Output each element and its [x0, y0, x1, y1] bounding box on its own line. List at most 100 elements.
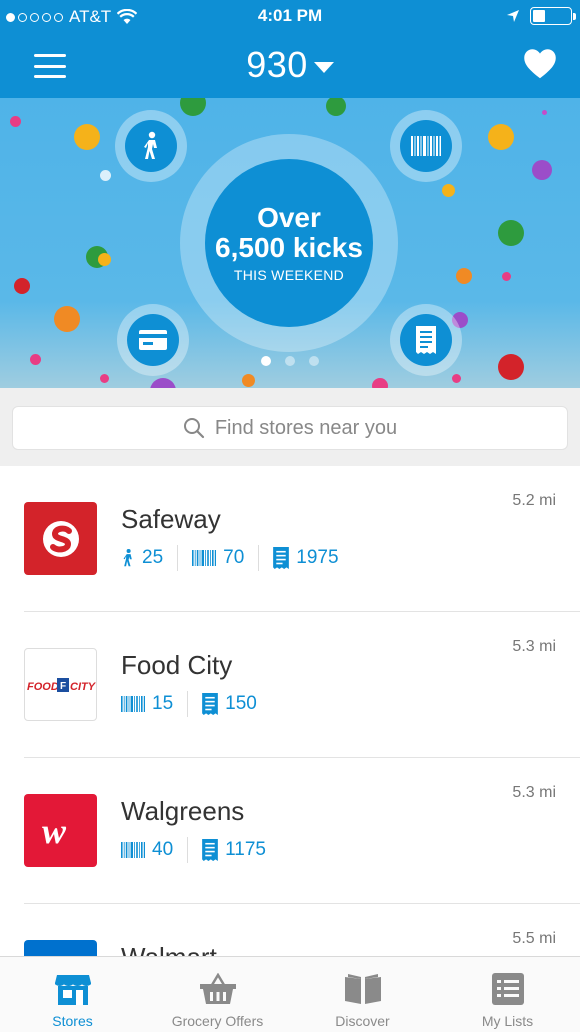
food-city-logo: FOOD F CITY [24, 648, 97, 721]
walking-person-icon [144, 131, 157, 159]
tab-label: Grocery Offers [171, 1013, 264, 1029]
receipt-kicks: 1975 [273, 545, 352, 571]
nav-row: 930 [0, 34, 580, 98]
confetti-dot [372, 378, 388, 388]
heart-icon[interactable] [522, 46, 558, 82]
store-distance: 5.5 mi [512, 930, 556, 947]
store-row-safeway[interactable]: Safeway 5.2 mi 25 70 1975 [0, 466, 580, 612]
points-value: 930 [246, 44, 308, 85]
receipt-icon [416, 326, 436, 354]
scan-kick-badge [390, 110, 462, 182]
scan-kicks: 70 [192, 545, 260, 571]
store-distance: 5.3 mi [512, 638, 556, 655]
store-distance: 5.3 mi [512, 784, 556, 801]
banner-line-2: 6,500 kicks [215, 232, 363, 263]
top-bar: AT&T 4:01 PM 930 [0, 0, 580, 98]
pager-dot[interactable] [285, 356, 295, 366]
receipt-icon [202, 693, 218, 715]
svg-text:CITY: CITY [70, 681, 96, 693]
confetti-dot [242, 374, 255, 387]
confetti-dot [542, 110, 547, 115]
promo-banner[interactable]: Over 6,500 kicks THIS WEEKEND [0, 98, 580, 388]
list-icon [491, 973, 524, 1005]
search-area: Find stores near you [0, 388, 580, 466]
pager-dot[interactable] [309, 356, 319, 366]
tab-label: Discover [335, 1013, 390, 1029]
store-row-food-city[interactable]: FOOD F CITY Food City 5.3 mi 15 150 [0, 612, 580, 758]
tab-discover[interactable]: Discover [290, 957, 435, 1032]
search-input[interactable]: Find stores near you [12, 406, 568, 450]
barcode-icon [121, 842, 145, 858]
confetti-dot [498, 220, 524, 246]
safeway-logo [24, 502, 97, 575]
banner-line-3: THIS WEEKEND [233, 267, 345, 283]
status-time: 4:01 PM [257, 6, 323, 25]
store-distance: 5.2 mi [512, 492, 556, 509]
store-name: Safeway [121, 504, 221, 534]
walmart-logo [24, 940, 97, 956]
walgreens-logo: w [24, 794, 97, 867]
walgreens-w-icon: w [42, 811, 67, 851]
confetti-dot [502, 272, 511, 281]
receipt-kicks: 150 [202, 691, 271, 717]
confetti-dot [100, 170, 111, 181]
store-name: Walgreens [121, 796, 245, 826]
store-row-walgreens[interactable]: w Walgreens 5.3 mi 40 1175 [0, 758, 580, 904]
open-book-icon [344, 974, 381, 1004]
tab-bar: Stores Grocery Offers Discover My Lists [0, 956, 580, 1032]
search-placeholder: Find stores near you [214, 416, 398, 439]
confetti-dot [488, 124, 514, 150]
kick-counts: 15 150 [121, 690, 271, 718]
confetti-dot [10, 116, 21, 127]
chevron-down-icon [313, 61, 334, 73]
walk-in-kick-badge [115, 110, 187, 182]
barcode-icon [121, 696, 145, 712]
walking-person-icon [123, 548, 132, 567]
svg-text:w: w [42, 811, 67, 851]
storefront-icon [54, 975, 91, 1005]
search-icon [183, 418, 204, 439]
credit-card-icon [139, 330, 167, 350]
tab-grocery-offers[interactable]: Grocery Offers [145, 957, 290, 1032]
receipt-kicks: 1175 [202, 837, 280, 863]
confetti-dot [14, 278, 30, 294]
svg-text:F: F [60, 681, 66, 692]
confetti-dot [150, 378, 176, 388]
confetti-dot [456, 268, 472, 284]
banner-pager[interactable] [0, 356, 580, 366]
safeway-s-icon [42, 520, 79, 557]
confetti-dot [98, 253, 111, 266]
confetti-dot [74, 124, 100, 150]
kick-counts: 40 1175 [121, 836, 280, 864]
svg-text:FOOD: FOOD [27, 681, 59, 693]
confetti-dot [100, 374, 109, 383]
confetti-dot [180, 98, 206, 116]
kicks-highlight: Over 6,500 kicks THIS WEEKEND [180, 134, 398, 352]
store-list: Safeway 5.2 mi 25 70 1975 FOOD F CITY Fo… [0, 466, 580, 956]
basket-icon [199, 973, 236, 1004]
tab-my-lists[interactable]: My Lists [435, 957, 580, 1032]
tab-label: My Lists [481, 1013, 534, 1029]
kick-counts: 25 70 1975 [121, 544, 353, 572]
confetti-dot [442, 184, 455, 197]
barcode-icon [411, 136, 441, 156]
receipt-icon [202, 839, 218, 861]
pager-dot[interactable] [261, 356, 271, 366]
scan-kicks: 15 [121, 691, 189, 717]
battery-icon [530, 7, 576, 25]
points-dropdown[interactable]: 930 [0, 44, 580, 86]
status-bar: AT&T 4:01 PM [0, 0, 580, 34]
store-name: Food City [121, 650, 233, 680]
confetti-dot [54, 306, 80, 332]
location-arrow-icon [507, 10, 519, 22]
confetti-dot [452, 374, 461, 383]
tab-stores[interactable]: Stores [0, 957, 145, 1032]
banner-line-1: Over [257, 202, 321, 233]
barcode-icon [192, 550, 217, 566]
walk-in-kicks: 25 [121, 545, 179, 571]
receipt-icon [273, 547, 290, 569]
store-name: Walmart [121, 942, 217, 956]
confetti-dot [326, 98, 346, 116]
confetti-dot [532, 160, 552, 180]
store-row-walmart[interactable]: Walmart 5.5 mi [0, 904, 580, 956]
